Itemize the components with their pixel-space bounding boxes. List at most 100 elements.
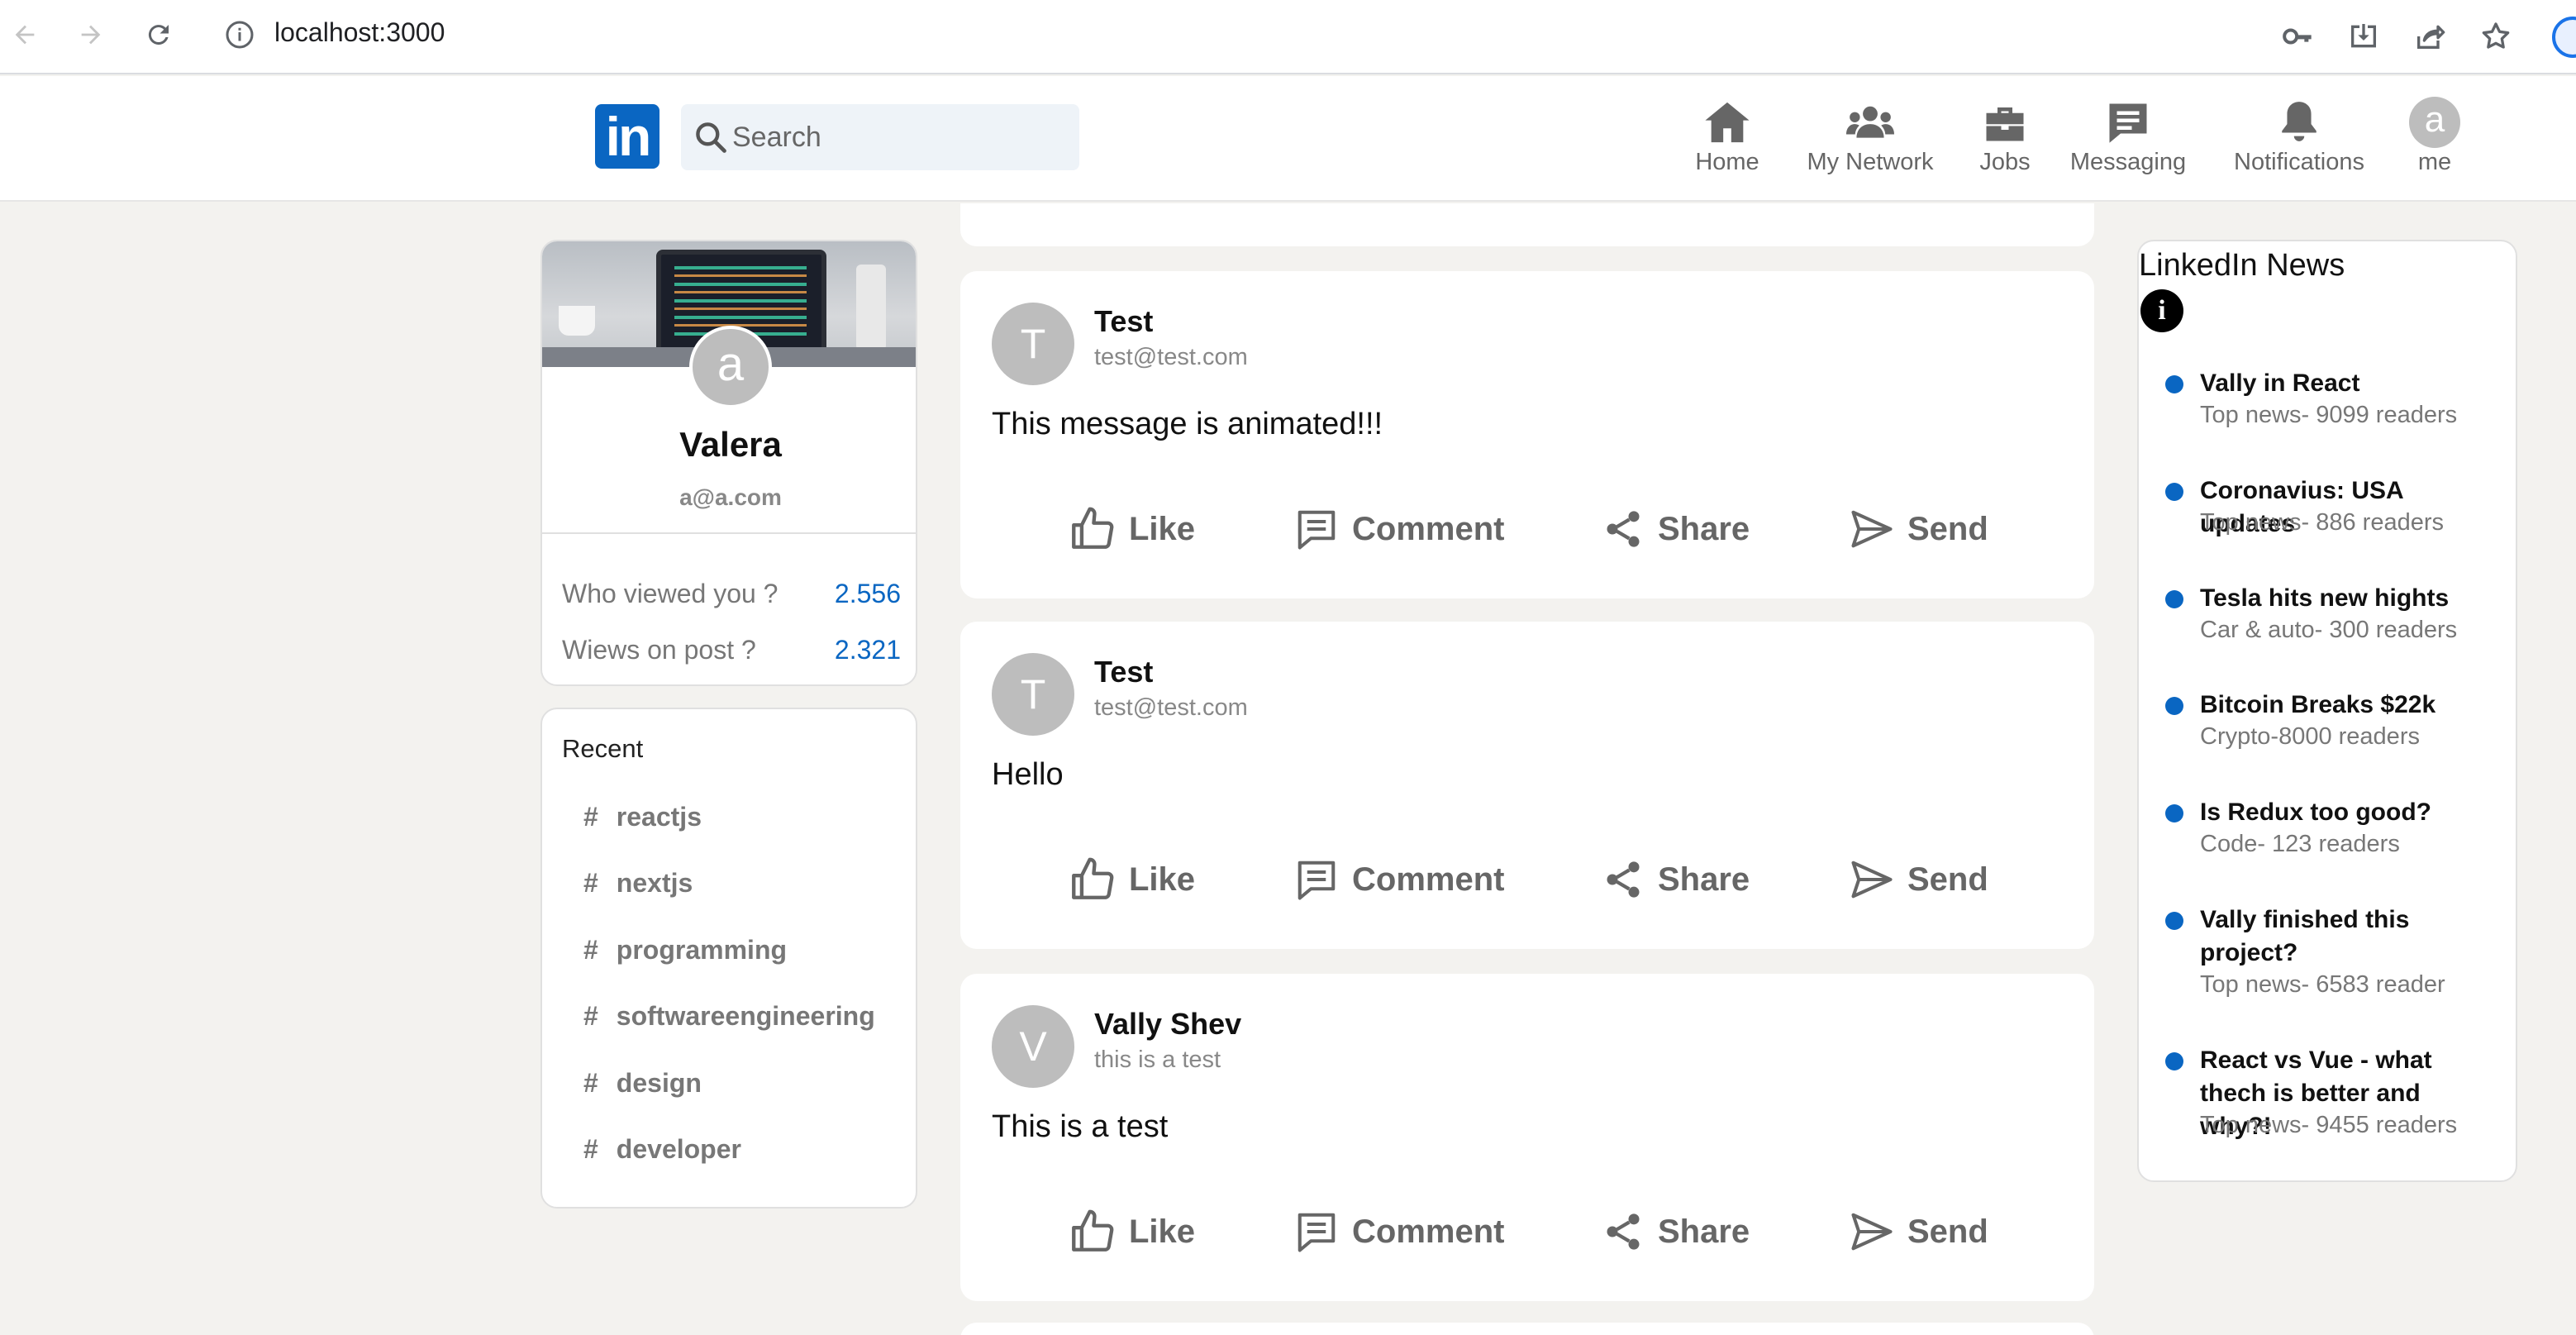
comment-button[interactable]: Comment bbox=[1294, 846, 1504, 913]
star-icon bbox=[2482, 22, 2510, 49]
bookmark-button[interactable] bbox=[2476, 17, 2516, 56]
recent-item[interactable]: # design bbox=[583, 1068, 702, 1099]
back-button[interactable] bbox=[7, 17, 43, 53]
share-button[interactable]: Share bbox=[1602, 1199, 1750, 1265]
post-avatar[interactable]: T bbox=[992, 653, 1074, 736]
post-card-partial bbox=[960, 203, 2094, 246]
bell-icon bbox=[2282, 102, 2316, 141]
arrow-left-icon bbox=[15, 25, 35, 45]
install-app-button[interactable] bbox=[2344, 17, 2383, 56]
bullet-dot bbox=[2165, 590, 2183, 608]
thumbs-up-icon bbox=[1072, 857, 1114, 899]
thumbs-up-icon bbox=[1072, 507, 1114, 549]
share-nodes-icon bbox=[1607, 861, 1640, 898]
send-button[interactable]: Send bbox=[1850, 846, 1988, 913]
post-actions: Like Comment Share Send bbox=[960, 496, 2094, 562]
share-button[interactable]: Share bbox=[1602, 846, 1750, 913]
nav-home[interactable]: Home bbox=[1686, 98, 1769, 184]
recent-item[interactable]: # reactjs bbox=[583, 802, 702, 832]
stat-post-views[interactable]: Wiews on post ? 2.321 bbox=[562, 635, 901, 665]
bullet-dot bbox=[2165, 1052, 2183, 1070]
avatar: a bbox=[2409, 97, 2460, 148]
info-icon[interactable]: i bbox=[2140, 289, 2183, 332]
share-nodes-icon bbox=[1607, 1213, 1640, 1250]
download-icon bbox=[2351, 24, 2376, 48]
post-subtitle: test@test.com bbox=[1094, 344, 1248, 370]
bullet-dot bbox=[2165, 804, 2183, 822]
post-card-partial bbox=[960, 1323, 2094, 1335]
site-info-icon[interactable] bbox=[225, 20, 255, 50]
nav-notifications[interactable]: Notifications bbox=[2228, 98, 2370, 184]
profile-card: a Valera a@a.com Who viewed you ? 2.556 … bbox=[540, 240, 917, 686]
nav-my-network[interactable]: My Network bbox=[1800, 98, 1940, 184]
recent-item[interactable]: # nextjs bbox=[583, 868, 693, 899]
recent-title: Recent bbox=[562, 734, 644, 763]
search-input[interactable] bbox=[732, 114, 1063, 160]
news-item[interactable]: Coronavius: USA updates Top news- 886 re… bbox=[2165, 474, 2504, 549]
nav-me[interactable]: a me bbox=[2402, 97, 2468, 184]
comment-icon bbox=[1298, 1213, 1336, 1252]
post-avatar[interactable]: T bbox=[992, 303, 1074, 385]
news-title: LinkedIn News bbox=[2139, 248, 2345, 283]
home-icon bbox=[1705, 102, 1750, 143]
bullet-dot bbox=[2165, 697, 2183, 715]
network-icon bbox=[1846, 106, 1894, 138]
stat-who-viewed[interactable]: Who viewed you ? 2.556 bbox=[562, 579, 901, 609]
post-actions: Like Comment Share Send bbox=[960, 1199, 2094, 1265]
recent-item[interactable]: # developer bbox=[583, 1134, 741, 1165]
send-button[interactable]: Send bbox=[1850, 496, 1988, 562]
news-item[interactable]: Vally in React Top news- 9099 readers bbox=[2165, 367, 2504, 441]
send-icon bbox=[1851, 861, 1893, 899]
news-item[interactable]: Is Redux too good? Code- 123 readers bbox=[2165, 796, 2504, 870]
news-item[interactable]: Bitcoin Breaks $22k Crypto-8000 readers bbox=[2165, 689, 2504, 763]
news-item[interactable]: React vs Vue - what thech is better and … bbox=[2165, 1044, 2504, 1143]
post-author: Test bbox=[1094, 655, 1154, 689]
profile-avatar[interactable]: a bbox=[689, 326, 772, 408]
bullet-dot bbox=[2165, 483, 2183, 501]
send-icon bbox=[1851, 510, 1893, 548]
news-card: LinkedIn News i Vally in React Top news-… bbox=[2137, 240, 2517, 1182]
search-icon bbox=[696, 122, 726, 153]
share-page-button[interactable] bbox=[2410, 17, 2450, 56]
news-item[interactable]: Tesla hits new hights Car & auto- 300 re… bbox=[2165, 582, 2504, 656]
comment-button[interactable]: Comment bbox=[1294, 1199, 1504, 1265]
news-item[interactable]: Vally finished this project? Top news- 6… bbox=[2165, 904, 2504, 1003]
bullet-dot bbox=[2165, 375, 2183, 393]
like-button[interactable]: Like bbox=[1068, 1199, 1195, 1265]
nav-jobs[interactable]: Jobs bbox=[1972, 98, 2038, 184]
reload-button[interactable] bbox=[140, 17, 177, 53]
forward-button[interactable] bbox=[73, 17, 109, 53]
comment-icon bbox=[1298, 861, 1336, 900]
recent-item[interactable]: # softwareengineering bbox=[583, 1001, 875, 1032]
recent-card: Recent # reactjs # nextjs # programming # so… bbox=[540, 708, 917, 1209]
like-button[interactable]: Like bbox=[1068, 846, 1195, 913]
recent-item[interactable]: # programming bbox=[583, 935, 787, 965]
search-box[interactable] bbox=[681, 104, 1079, 170]
post-author: Vally Shev bbox=[1094, 1007, 1242, 1041]
post-card: T Test test@test.com Hello Like Comment … bbox=[960, 622, 2094, 949]
post-message: This message is animated!!! bbox=[992, 407, 1383, 441]
post-message: This is a test bbox=[992, 1109, 1169, 1144]
arrow-right-icon bbox=[81, 25, 101, 45]
address-bar[interactable]: localhost:3000 bbox=[274, 17, 445, 48]
post-author: Test bbox=[1094, 304, 1154, 338]
nav-messaging[interactable]: Messaging bbox=[2066, 98, 2190, 184]
comment-icon bbox=[1298, 510, 1336, 550]
browser-toolbar: localhost:3000 bbox=[0, 0, 2576, 74]
share-icon bbox=[2417, 25, 2445, 49]
post-subtitle: this is a test bbox=[1094, 1047, 1221, 1073]
post-avatar[interactable]: V bbox=[992, 1005, 1074, 1088]
share-button[interactable]: Share bbox=[1602, 496, 1750, 562]
like-button[interactable]: Like bbox=[1068, 496, 1195, 562]
thumbs-up-icon bbox=[1072, 1209, 1114, 1252]
divider bbox=[542, 532, 916, 534]
send-button[interactable]: Send bbox=[1850, 1199, 1988, 1265]
profile-extension-icon[interactable] bbox=[2552, 17, 2576, 58]
bullet-dot bbox=[2165, 912, 2183, 930]
linkedin-logo[interactable]: in bbox=[595, 104, 659, 169]
post-subtitle: test@test.com bbox=[1094, 694, 1248, 721]
password-key-button[interactable] bbox=[2278, 17, 2317, 56]
comment-button[interactable]: Comment bbox=[1294, 496, 1504, 562]
briefcase-icon bbox=[1986, 107, 2024, 141]
profile-email: a@a.com bbox=[679, 484, 782, 510]
